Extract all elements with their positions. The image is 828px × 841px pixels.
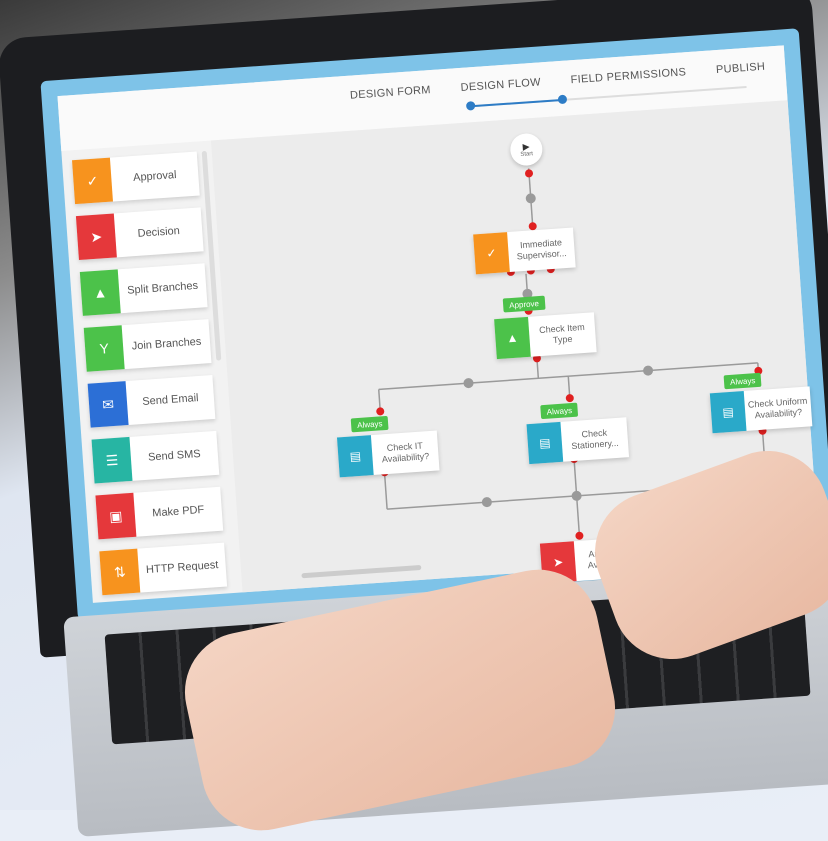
form-icon: ▤ [337, 435, 374, 477]
palette-item-label: HTTP Request [138, 559, 226, 577]
node-label: Immediate Supervisor... [508, 236, 575, 263]
branch-badge-3[interactable]: Always [724, 373, 762, 390]
badge-label: Always [730, 376, 756, 387]
badge-label: Always [357, 419, 383, 430]
check-circle-icon: ✓ [72, 158, 113, 205]
tab-field-permissions[interactable]: FIELD PERMISSIONS [570, 66, 686, 86]
palette-item-label: Approval [111, 168, 199, 186]
palette-item-split-branches[interactable]: ▲ Split Branches [80, 263, 208, 316]
tab-design-flow[interactable]: DESIGN FLOW [460, 76, 541, 94]
node-label: Check Stationery... [561, 426, 628, 453]
palette-item-join-branches[interactable]: Y Join Branches [84, 319, 212, 372]
approval-node[interactable]: ✓ Immediate Supervisor... [473, 227, 576, 274]
palette-item-http-request[interactable]: ⇅ HTTP Request [99, 543, 227, 596]
node-palette: ✓ Approval ➤ Decision ▲ Split Branches Y… [72, 152, 228, 603]
palette-item-send-sms[interactable]: ☰ Send SMS [92, 431, 220, 484]
approve-badge[interactable]: Approve [503, 296, 546, 313]
palette-item-label: Decision [115, 223, 203, 241]
branch-node-stationery[interactable]: ▤ Check Stationery... [527, 417, 630, 464]
palette-item-send-email[interactable]: ✉ Send Email [88, 375, 216, 428]
tab-publish[interactable]: PUBLISH [716, 61, 766, 76]
merge-icon: Y [84, 325, 125, 372]
chat-icon: ☰ [92, 437, 133, 484]
branch-badge-1[interactable]: Always [351, 416, 389, 433]
palette-item-label: Split Branches [119, 279, 207, 297]
progress-step-1 [466, 101, 476, 111]
palette-item-make-pdf[interactable]: ▣ Make PDF [95, 487, 223, 540]
wizard-tabs: DESIGN FORM DESIGN FLOW FIELD PERMISSION… [350, 61, 766, 102]
pdf-icon: ▣ [95, 493, 136, 540]
palette-item-label: Join Branches [123, 335, 211, 353]
start-label: Start [520, 151, 533, 158]
tab-design-form[interactable]: DESIGN FORM [350, 84, 432, 102]
palette-item-approval[interactable]: ✓ Approval [72, 152, 200, 205]
split-icon: ▲ [80, 269, 121, 316]
branch-node-it[interactable]: ▤ Check IT Availability? [337, 430, 440, 477]
progress-step-2 [557, 95, 567, 105]
node-label: Check Uniform Availability? [744, 395, 811, 422]
branch-node-uniform[interactable]: ▤ Check Uniform Availability? [710, 386, 813, 433]
check-circle-icon: ✓ [473, 232, 510, 274]
node-label: Check IT Availability? [372, 439, 439, 466]
http-icon: ⇅ [99, 549, 140, 596]
palette-item-label: Send Email [127, 391, 215, 409]
wizard-progress-fill [469, 99, 562, 107]
badge-label: Always [546, 406, 572, 417]
form-icon: ▤ [710, 391, 747, 433]
palette-item-label: Make PDF [134, 503, 222, 521]
form-icon: ▤ [527, 422, 564, 464]
envelope-icon: ✉ [88, 381, 129, 428]
split-icon: ▲ [494, 317, 531, 359]
split-node[interactable]: ▲ Check Item Type [494, 312, 597, 359]
badge-label: Approve [509, 299, 539, 310]
palette-item-decision[interactable]: ➤ Decision [76, 207, 204, 260]
node-label: Check Item Type [529, 321, 596, 348]
branch-badge-2[interactable]: Always [540, 403, 578, 420]
cursor-icon: ➤ [76, 213, 117, 260]
palette-item-label: Send SMS [131, 447, 219, 465]
